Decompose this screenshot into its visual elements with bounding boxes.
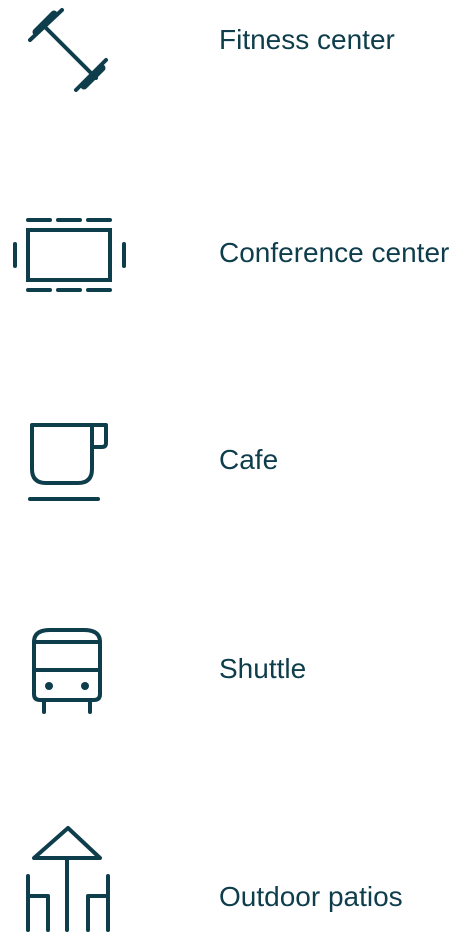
amenity-conference-center: Conference center — [0, 196, 466, 316]
patio-umbrella-icon — [8, 818, 128, 938]
amenity-label: Conference center — [219, 237, 450, 268]
amenity-label: Cafe — [219, 444, 279, 475]
conference-table-icon — [8, 196, 128, 316]
amenity-label: Fitness center — [219, 24, 395, 55]
coffee-cup-icon — [8, 401, 128, 521]
amenities-list: Fitness center Conference center Cafe Sh… — [0, 0, 466, 936]
amenity-shuttle: Shuttle — [0, 610, 466, 730]
amenity-fitness-center: Fitness center — [0, 0, 466, 110]
amenity-label: Outdoor patios — [219, 881, 403, 912]
amenity-label: Shuttle — [219, 653, 307, 684]
amenity-outdoor-patios: Outdoor patios — [0, 818, 466, 938]
barbell-icon — [8, 0, 128, 110]
bus-icon — [8, 610, 128, 730]
amenity-cafe: Cafe — [0, 401, 466, 521]
